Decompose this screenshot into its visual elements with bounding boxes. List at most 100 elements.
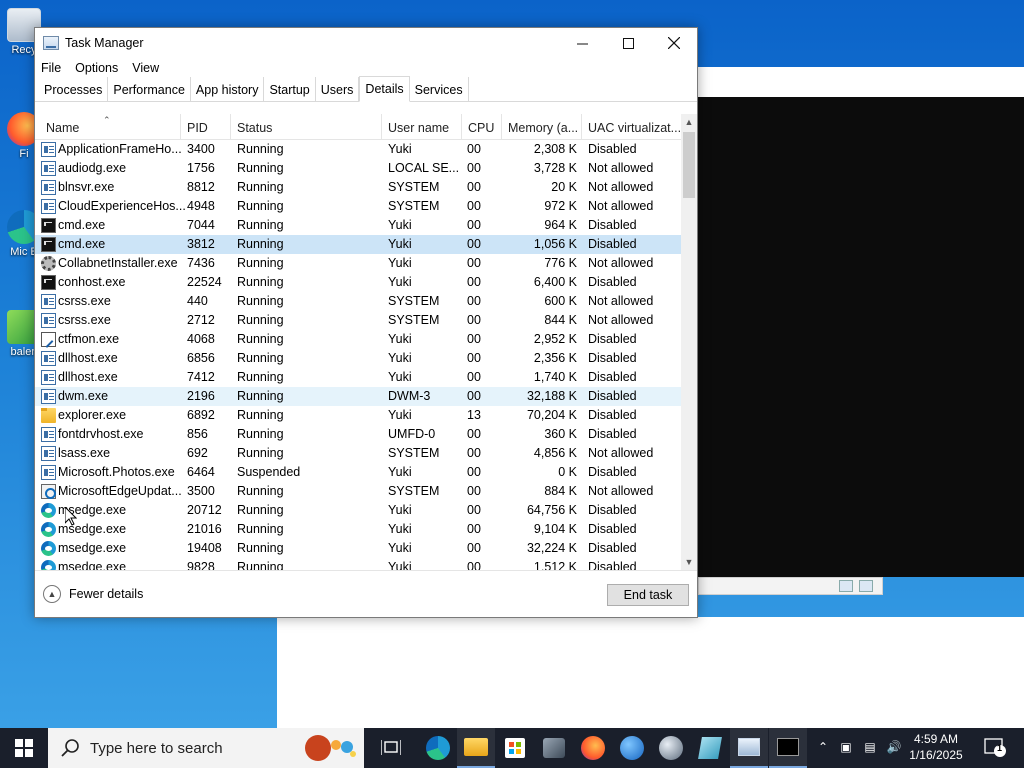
vertical-scrollbar[interactable]: ▲ ▼ [681, 114, 697, 570]
folder-icon [41, 408, 56, 423]
menu-file[interactable]: File [41, 61, 61, 75]
details-view-icon[interactable] [839, 580, 853, 592]
process-cpu: 00 [467, 332, 481, 346]
taskbar-search-box[interactable]: Type here to search [48, 728, 364, 768]
taskbar-edge[interactable] [419, 728, 457, 768]
process-uac-virtualization: Not allowed [588, 484, 654, 498]
table-row[interactable]: Microsoft.Photos.exe 6464 Suspended Yuki 00 0… [35, 463, 681, 482]
background-console-window[interactable] [698, 97, 1024, 577]
menu-view[interactable]: View [132, 61, 159, 75]
start-button[interactable] [0, 728, 48, 768]
table-row[interactable]: lsass.exe 692 Running SYSTEM 00 4,856 K Not al… [35, 444, 681, 463]
column-header-user-name[interactable]: User name [382, 114, 462, 140]
network-icon[interactable]: ▤ [862, 740, 878, 756]
process-user-name: SYSTEM [388, 294, 440, 308]
table-row[interactable]: csrss.exe 440 Running SYSTEM 00 600 K Not allo… [35, 292, 681, 311]
process-pid: 3812 [187, 237, 215, 251]
table-row[interactable]: msedge.exe 19408 Running Yuki 00 32,224 K Disa… [35, 539, 681, 558]
scroll-down-icon[interactable]: ▼ [681, 554, 697, 570]
process-pid: 6892 [187, 408, 215, 422]
clock-date: 1/16/2025 [909, 748, 963, 762]
maximize-icon [622, 37, 634, 49]
search-icon [61, 739, 79, 757]
scrollbar-thumb[interactable] [683, 132, 695, 198]
desktop-icon-label: Fi [19, 148, 29, 160]
notification-center-button[interactable]: 1 [984, 737, 1006, 757]
large-icons-view-icon[interactable] [859, 580, 873, 592]
window-title: Task Manager [65, 36, 144, 50]
app-icon [41, 427, 56, 442]
column-header-name[interactable]: ⌃ Name [35, 114, 181, 140]
taskbar-firefox[interactable] [574, 728, 612, 768]
taskbar-task-manager[interactable] [730, 728, 768, 768]
process-user-name: Yuki [388, 560, 412, 570]
menu-options[interactable]: Options [75, 61, 118, 75]
table-row[interactable]: explorer.exe 6892 Running Yuki 13 70,204 K Dis… [35, 406, 681, 425]
tab-services[interactable]: Services [410, 77, 469, 101]
maximize-button[interactable] [605, 28, 651, 58]
table-row[interactable]: csrss.exe 2712 Running SYSTEM 00 844 K Not all… [35, 311, 681, 330]
table-row[interactable]: dwm.exe 2196 Running DWM-3 00 32,188 K Disable… [35, 387, 681, 406]
table-row[interactable]: conhost.exe 22524 Running Yuki 00 6,400 K Disa… [35, 273, 681, 292]
process-uac-virtualization: Disabled [588, 522, 637, 536]
table-row[interactable]: msedge.exe 20712 Running Yuki 00 64,756 K Disa… [35, 501, 681, 520]
table-row[interactable]: cmd.exe 7044 Running Yuki 00 964 K Disabled [35, 216, 681, 235]
table-row[interactable]: MicrosoftEdgeUpdat... 3500 Running SYSTEM 00… [35, 482, 681, 501]
taskbar-clock[interactable]: 4:59 AM 1/16/2025 [904, 731, 968, 763]
process-memory: 964 K [544, 218, 577, 232]
table-row[interactable]: cmd.exe 3812 Running Yuki 00 1,056 K Disabled [35, 235, 681, 254]
minimize-button[interactable] [559, 28, 605, 58]
background-window-body [277, 617, 1024, 728]
menu-bar: File Options View [35, 58, 697, 78]
column-header-status[interactable]: Status [231, 114, 382, 140]
table-row[interactable]: msedge.exe 21016 Running Yuki 00 9,104 K Disab… [35, 520, 681, 539]
tab-details[interactable]: Details [359, 76, 410, 102]
table-row[interactable]: blnsvr.exe 8812 Running SYSTEM 00 20 K Not all… [35, 178, 681, 197]
table-row[interactable]: CollabnetInstaller.exe 7436 Running Yuki 00 7… [35, 254, 681, 273]
process-name: csrss.exe [58, 294, 111, 308]
tab-users[interactable]: Users [316, 77, 360, 101]
table-row[interactable]: dllhost.exe 7412 Running Yuki 00 1,740 K Disab… [35, 368, 681, 387]
show-hidden-icons-chevron-icon[interactable]: ⌃ [815, 740, 831, 756]
taskbar-command-prompt[interactable] [769, 728, 807, 768]
process-uac-virtualization: Disabled [588, 218, 637, 232]
table-row[interactable]: ApplicationFrameHo... 3400 Running Yuki 00 2,… [35, 140, 681, 159]
table-row[interactable]: dllhost.exe 6856 Running Yuki 00 2,356 K Disab… [35, 349, 681, 368]
column-header-pid[interactable]: PID [181, 114, 231, 140]
taskbar-file-explorer[interactable] [457, 728, 495, 768]
end-task-button[interactable]: End task [607, 584, 689, 606]
close-button[interactable] [651, 28, 697, 58]
taskbar-app-sphere[interactable] [652, 728, 690, 768]
process-name: Microsoft.Photos.exe [58, 465, 175, 479]
scroll-up-icon[interactable]: ▲ [681, 114, 697, 130]
table-row[interactable]: CloudExperienceHos... 4948 Running SYSTEM 00… [35, 197, 681, 216]
column-header-uac-virtualization[interactable]: UAC virtualizat... [582, 114, 681, 140]
process-cpu: 00 [467, 522, 481, 536]
app-icon [41, 465, 56, 480]
title-bar[interactable]: Task Manager [35, 28, 697, 58]
column-header-memory[interactable]: Memory (a... [502, 114, 582, 140]
pen-app-icon [620, 736, 644, 760]
fewer-details-button[interactable]: ▲ Fewer details [43, 585, 143, 603]
tab-performance[interactable]: Performance [108, 77, 191, 101]
table-row[interactable]: fontdrvhost.exe 856 Running UMFD-0 00 360 K Di… [35, 425, 681, 444]
process-name: ApplicationFrameHo... [58, 142, 182, 156]
taskbar-store[interactable] [496, 728, 534, 768]
tab-startup[interactable]: Startup [264, 77, 316, 101]
meet-now-icon[interactable]: ▣ [838, 740, 854, 756]
volume-icon[interactable]: 🔊 [886, 740, 902, 756]
process-status: Running [237, 560, 284, 570]
fewer-details-label: Fewer details [69, 587, 144, 601]
process-uac-virtualization: Not allowed [588, 161, 654, 175]
task-view-button[interactable] [372, 728, 410, 768]
sphere-app-icon [659, 736, 683, 760]
taskbar-app-blue[interactable] [613, 728, 651, 768]
table-row[interactable]: msedge.exe 9828 Running Yuki 00 1,512 K Disabl… [35, 558, 681, 570]
table-row[interactable]: audiodg.exe 1756 Running LOCAL SE... 00 3,728… [35, 159, 681, 178]
column-header-cpu[interactable]: CPU [462, 114, 502, 140]
taskbar-settings-app[interactable] [535, 728, 573, 768]
table-row[interactable]: ctfmon.exe 4068 Running Yuki 00 2,952 K Disabl… [35, 330, 681, 349]
tab-processes[interactable]: Processes [39, 77, 109, 101]
tab-app-history[interactable]: App history [191, 77, 265, 101]
taskbar-app-notes[interactable] [691, 728, 729, 768]
